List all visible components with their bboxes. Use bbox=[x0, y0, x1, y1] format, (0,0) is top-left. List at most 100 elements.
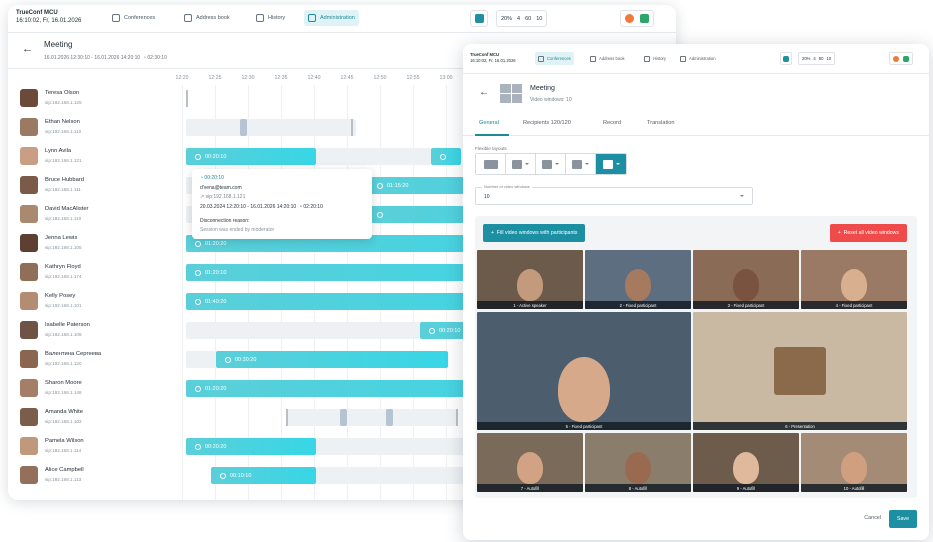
popup-reason-title: Disconnection reason: bbox=[200, 218, 250, 224]
participant-sip: sip:192.168.1.113 bbox=[45, 477, 82, 482]
cancel-button[interactable]: Cancel bbox=[864, 515, 881, 521]
nav-address-book[interactable]: Address book bbox=[180, 10, 234, 26]
tab-record[interactable]: Record bbox=[603, 120, 621, 126]
participant-video bbox=[841, 269, 867, 301]
fill-video-windows-button[interactable]: + Fill video windows with participants bbox=[483, 224, 586, 242]
nav-administration[interactable]: Administration bbox=[304, 10, 359, 26]
reset-video-windows-button[interactable]: + Reset all video windows bbox=[829, 224, 907, 242]
clock-icon bbox=[195, 443, 201, 450]
clock-icon bbox=[195, 240, 201, 247]
session-duration: 00:10:10 bbox=[230, 472, 252, 479]
front-nav-conferences[interactable]: Conferences bbox=[535, 52, 574, 65]
layout-option-4[interactable] bbox=[566, 154, 596, 174]
participant-video bbox=[733, 269, 759, 301]
tab-recipients[interactable]: Recipients 120/120 bbox=[523, 120, 571, 126]
front-nav-administration[interactable]: Administration bbox=[677, 52, 719, 65]
brand-name: TrueConf MCU bbox=[16, 10, 58, 16]
avatar bbox=[20, 408, 38, 426]
clock-icon bbox=[195, 269, 201, 276]
users-stat: 4 bbox=[517, 15, 521, 22]
video-tile[interactable]: 9 - Autofill bbox=[693, 433, 799, 492]
presentation-content bbox=[774, 347, 826, 395]
conference-icon bbox=[112, 14, 120, 22]
video-tile[interactable]: 7 - Autofill bbox=[477, 433, 583, 492]
participant-sip: sip:192.168.1.102 bbox=[45, 419, 82, 424]
timeline-marker bbox=[340, 409, 347, 426]
tile-caption: 5 - Fixed participant bbox=[477, 422, 691, 430]
nav-label: Administration bbox=[320, 15, 355, 21]
avatar bbox=[20, 466, 38, 484]
video-tile[interactable]: 3 - Fixed participant bbox=[693, 250, 799, 309]
back-arrow-icon[interactable]: ← bbox=[479, 87, 489, 98]
nav-conferences[interactable]: Conferences bbox=[108, 10, 159, 26]
participant-sip: sip:192.168.1.125 bbox=[45, 100, 82, 105]
tab-translation[interactable]: Translation bbox=[647, 120, 674, 126]
video-tile[interactable]: 8 - Autofill bbox=[585, 433, 691, 492]
layout-option-grid[interactable] bbox=[476, 154, 506, 174]
front-panel-toggle[interactable] bbox=[780, 52, 792, 65]
nav-label: History bbox=[268, 15, 286, 21]
participant-name: Isabelle Paterson bbox=[45, 322, 90, 328]
brand: TrueConf MCU 16:10:02, Fr, 16.01.2026 bbox=[16, 9, 81, 25]
save-button[interactable]: Save bbox=[889, 510, 917, 528]
participant-sip: sip:192.168.1.110 bbox=[45, 216, 82, 221]
user-menu[interactable] bbox=[620, 10, 654, 27]
timeline-marker bbox=[286, 409, 288, 426]
front-nav-address-book[interactable]: Address book bbox=[587, 52, 628, 65]
brand-time: 16:10:02, Fr, 16.01.2026 bbox=[16, 18, 82, 24]
video-tile[interactable]: 1 - Active speaker bbox=[477, 250, 583, 309]
meeting-settings-window: TrueConf MCU 16:10:02, Fr, 16.01.2026 Co… bbox=[463, 44, 929, 540]
front-nav-history[interactable]: History bbox=[641, 52, 669, 65]
participant-name: Teresa Olson bbox=[45, 90, 80, 96]
participant-name: Lynn Avila bbox=[45, 148, 72, 154]
session-bar[interactable]: 00:20:10 bbox=[186, 148, 316, 165]
meeting-title: Meeting bbox=[44, 40, 73, 49]
nav-history[interactable]: History bbox=[252, 10, 289, 26]
address-book-icon bbox=[184, 14, 192, 22]
timeline-tick-label: 12:40 bbox=[307, 75, 321, 81]
front-footer: Cancel Save bbox=[463, 504, 929, 540]
profile-icon bbox=[903, 55, 909, 62]
video-tile[interactable]: 10 - Autofill bbox=[801, 433, 907, 492]
video-tile[interactable]: 2 - Fixed participant bbox=[585, 250, 691, 309]
popup-email: d'vena@team.com bbox=[200, 185, 242, 191]
session-duration: 01:15:20 bbox=[387, 182, 409, 189]
timeline-tick-label: 12:30 bbox=[241, 75, 255, 81]
session-bar[interactable]: 00:30:20 bbox=[216, 351, 448, 368]
session-bar[interactable]: 00:10:10 bbox=[211, 467, 316, 484]
back-arrow-icon[interactable]: ← bbox=[22, 43, 33, 55]
video-windows-select[interactable]: Number of video windows 10 bbox=[475, 184, 753, 205]
participant-popup: ◔ 00:20:10 d'vena@team.com ↗ sip:192.168… bbox=[192, 169, 372, 239]
timeline-marker bbox=[186, 90, 188, 107]
system-stats: 20% 4 60 10 bbox=[496, 10, 548, 27]
stage: TrueConf MCU 16:10:02, Fr, 16.01.2026 Co… bbox=[0, 0, 933, 542]
session-bar[interactable] bbox=[431, 148, 461, 165]
tab-general[interactable]: General bbox=[479, 120, 499, 126]
layout-option-selected[interactable] bbox=[596, 154, 626, 174]
panel-toggle-button[interactable] bbox=[470, 10, 488, 27]
popup-range-duration: 02:20:10 bbox=[303, 204, 323, 210]
avatar bbox=[20, 263, 38, 281]
front-nav-label: Address book bbox=[599, 56, 625, 61]
popup-duration: ◔ 00:20:10 bbox=[200, 175, 224, 181]
timeline-tick-label: 12:25 bbox=[208, 75, 222, 81]
front-user-menu[interactable] bbox=[889, 52, 913, 65]
timeline-marker bbox=[240, 119, 247, 136]
clock-icon bbox=[429, 327, 435, 334]
video-tile[interactable]: 6 - Presentation bbox=[693, 312, 907, 430]
layout-option-3[interactable] bbox=[536, 154, 566, 174]
participant-video bbox=[733, 452, 759, 484]
video-tile[interactable]: 5 - Fixed participant bbox=[477, 312, 691, 430]
video-tile[interactable]: 4 - Fixed participant bbox=[801, 250, 907, 309]
participant-video bbox=[841, 452, 867, 484]
chevron-down-icon bbox=[585, 163, 589, 165]
chevron-down-icon bbox=[615, 163, 620, 165]
session-duration: 01:40:20 bbox=[205, 298, 227, 305]
reset-button-label: Reset all video windows bbox=[843, 230, 899, 236]
layout-icon bbox=[602, 159, 613, 169]
administration-icon bbox=[680, 55, 686, 62]
popup-sip-text: sip:192.168.1.121 bbox=[205, 194, 246, 200]
front-brand: TrueConf MCU 16:10:02, Fr, 16.01.2026 bbox=[470, 52, 516, 64]
layout-option-2[interactable] bbox=[506, 154, 536, 174]
session-bar[interactable]: 00:20:20 bbox=[186, 438, 316, 455]
